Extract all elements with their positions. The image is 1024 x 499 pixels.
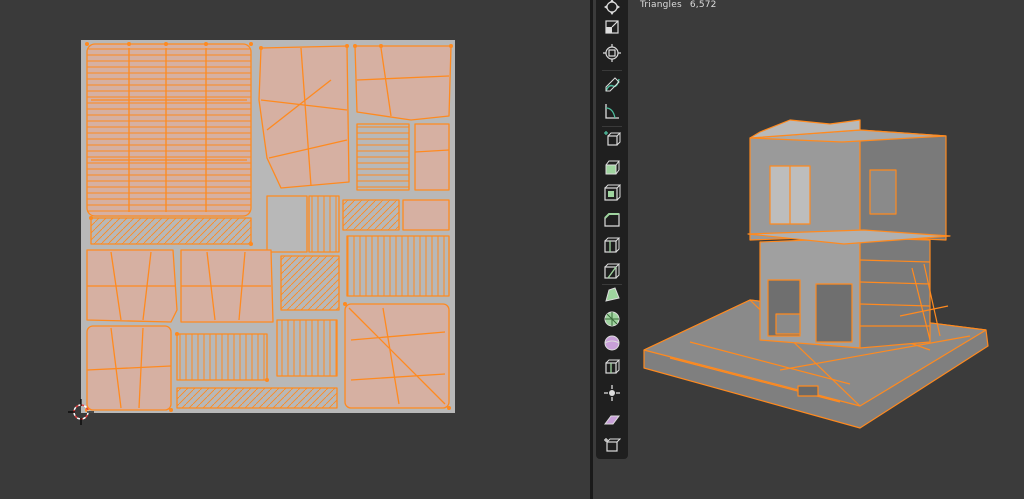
scale-tool[interactable] bbox=[599, 14, 625, 40]
shear-tool[interactable] bbox=[599, 406, 625, 432]
uv-island bbox=[354, 45, 452, 121]
transform-tool[interactable] bbox=[599, 40, 625, 66]
uv-island bbox=[176, 387, 338, 409]
building-model[interactable] bbox=[630, 110, 1024, 450]
uv-island bbox=[276, 319, 338, 377]
uv-island bbox=[280, 255, 340, 311]
uv-editor[interactable] bbox=[0, 0, 590, 499]
tool-shelf bbox=[596, 0, 628, 459]
smooth-icon bbox=[604, 335, 620, 351]
knife-icon bbox=[604, 263, 621, 279]
scale-icon bbox=[605, 20, 619, 34]
annotate-tool[interactable] bbox=[599, 72, 625, 98]
stats-triangles-label: Triangles bbox=[640, 0, 682, 10]
rip-region-icon bbox=[604, 438, 621, 452]
edge-slide-tool[interactable] bbox=[599, 354, 625, 380]
uv-island bbox=[258, 45, 350, 189]
measure-icon bbox=[605, 104, 619, 119]
spin-tool[interactable] bbox=[599, 306, 625, 332]
bevel-tool[interactable] bbox=[599, 206, 625, 232]
uv-island bbox=[308, 195, 340, 253]
extrude-icon bbox=[605, 160, 620, 175]
toolbar-separator bbox=[602, 70, 622, 71]
shrink-fatten-icon bbox=[604, 385, 620, 401]
rip-region-tool[interactable] bbox=[599, 432, 625, 458]
extrude-tool[interactable] bbox=[599, 154, 625, 180]
measure-tool[interactable] bbox=[599, 98, 625, 124]
shear-icon bbox=[604, 415, 620, 425]
spin-icon bbox=[604, 311, 620, 327]
uv-island bbox=[402, 199, 450, 231]
edge-slide-icon bbox=[605, 359, 621, 374]
transform-icon bbox=[603, 44, 621, 62]
uv-islands[interactable] bbox=[81, 40, 455, 413]
loop-cut-icon bbox=[604, 237, 621, 253]
uv-island bbox=[356, 123, 410, 191]
uv-island bbox=[342, 199, 400, 231]
shrink-fatten-tool[interactable] bbox=[599, 380, 625, 406]
uv-2d-cursor-icon[interactable] bbox=[67, 398, 95, 426]
uv-island bbox=[346, 235, 450, 297]
stats-triangles-value: 6,572 bbox=[689, 0, 717, 10]
bevel-icon bbox=[604, 213, 620, 227]
uv-island bbox=[266, 195, 308, 253]
viewport-statistics: Triangles 6,572 bbox=[640, 0, 717, 10]
add-cube-tool[interactable] bbox=[599, 126, 625, 152]
poly-build-icon bbox=[605, 287, 620, 302]
loop-cut-tool[interactable] bbox=[599, 232, 625, 258]
inset-icon bbox=[604, 184, 621, 201]
knife-tool[interactable] bbox=[599, 258, 625, 284]
uv-image-canvas[interactable] bbox=[81, 40, 455, 413]
building-mesh-wireframe[interactable] bbox=[630, 110, 1024, 450]
smooth-tool[interactable] bbox=[599, 330, 625, 356]
poly-build-tool[interactable] bbox=[599, 282, 625, 308]
uv-island bbox=[176, 333, 268, 381]
inset-tool[interactable] bbox=[599, 180, 625, 206]
add-cube-icon bbox=[604, 131, 621, 146]
annotate-icon bbox=[605, 77, 620, 92]
uv-island bbox=[414, 123, 450, 191]
uv-island bbox=[90, 217, 252, 245]
